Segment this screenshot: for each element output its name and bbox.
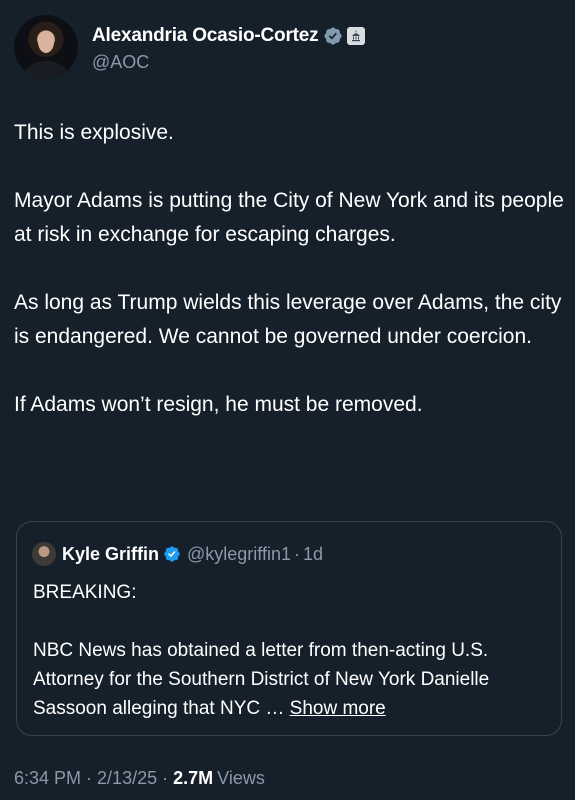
quoted-author-handle[interactable]: @kylegriffin1 [187, 544, 291, 565]
government-capitol-icon [347, 26, 366, 45]
quoted-author-name[interactable]: Kyle Griffin [62, 544, 159, 565]
quoted-tweet-time[interactable]: 1d [303, 544, 323, 565]
quoted-paragraph-text: NBC News has obtained a letter from then… [33, 640, 490, 719]
author-display-name[interactable]: Alexandria Ocasio-Cortez [92, 25, 319, 47]
author-names: Alexandria Ocasio-Cortez @AOC [92, 22, 366, 73]
show-more-link[interactable]: Show more [290, 698, 386, 719]
views-label: Views [217, 768, 265, 788]
quoted-tweet-card[interactable]: Kyle Griffin @kylegriffin1 · 1d BREAKING… [16, 521, 562, 736]
separator-dot: · [86, 768, 93, 788]
tweet-paragraph: As long as Trump wields this leverage ov… [14, 291, 562, 348]
quoted-tweet-header: Kyle Griffin @kylegriffin1 · 1d [32, 540, 323, 568]
quoted-author-avatar[interactable] [32, 542, 56, 566]
separator-dot: · [294, 543, 300, 564]
verified-badge-icon [164, 546, 180, 562]
tweet-text: This is explosive. Mayor Adams is puttin… [14, 116, 564, 422]
tweet-paragraph: If Adams won’t resign, he must be remove… [14, 393, 423, 416]
tweet-paragraph: This is explosive. [14, 121, 174, 144]
tweet-date[interactable]: 2/13/25 [97, 768, 157, 789]
quoted-paragraph: BREAKING: [33, 582, 137, 603]
tweet-metadata: 6:34 PM · 2/13/25 · 2.7M Views [14, 768, 265, 789]
separator-dot: · [162, 768, 169, 788]
tweet-header: Alexandria Ocasio-Cortez @AOC [14, 14, 366, 80]
tweet-paragraph: Mayor Adams is putting the City of New Y… [14, 189, 564, 246]
author-avatar[interactable] [14, 15, 78, 79]
views-count[interactable]: 2.7M [173, 768, 213, 789]
verified-badge-icon [324, 26, 342, 45]
quoted-tweet-text: BREAKING: NBC News has obtained a letter… [33, 578, 548, 723]
quoted-paragraph: NBC News has obtained a letter from then… [33, 636, 548, 723]
tweet-time[interactable]: 6:34 PM [14, 768, 81, 789]
author-handle[interactable]: @AOC [92, 52, 365, 73]
